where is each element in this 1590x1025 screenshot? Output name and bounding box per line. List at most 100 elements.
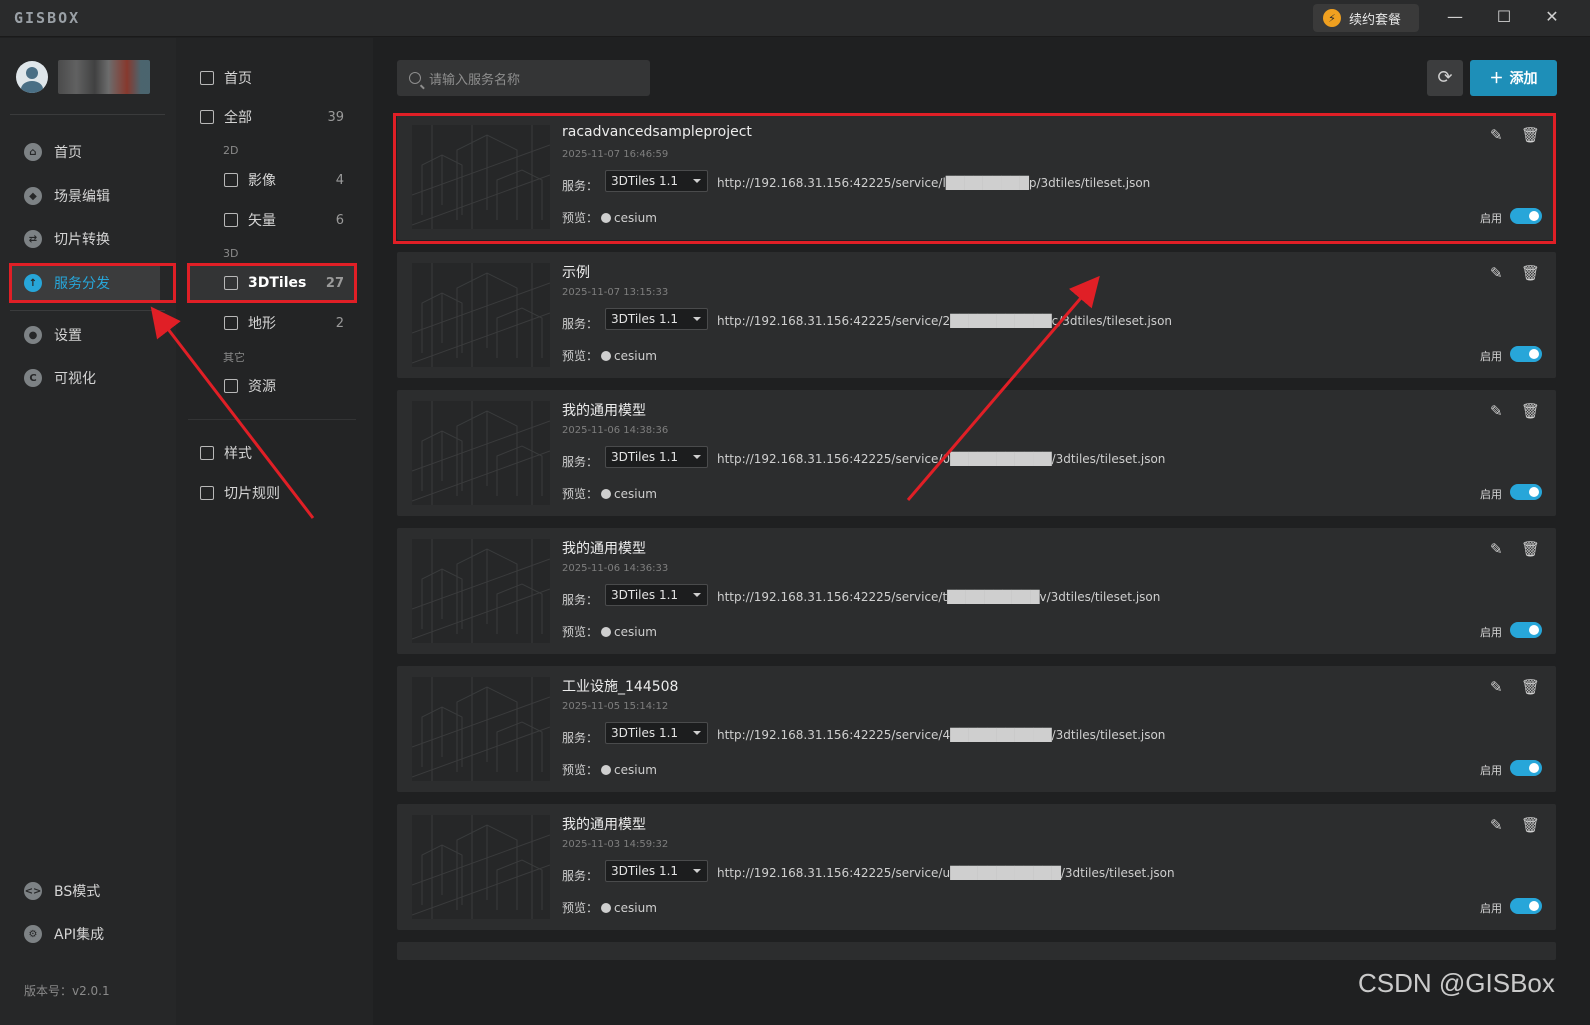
model-thumbnail[interactable] bbox=[412, 401, 550, 505]
service-title: 示例 bbox=[562, 265, 590, 281]
sidebar-item-label: 场景编辑 bbox=[54, 189, 110, 205]
user-profile[interactable] bbox=[16, 60, 150, 94]
category-home[interactable]: 首页 bbox=[188, 61, 356, 95]
edit-icon[interactable]: ✎ bbox=[1490, 265, 1506, 281]
preview-link[interactable]: cesium bbox=[614, 901, 657, 915]
enable-toggle[interactable] bbox=[1510, 898, 1542, 914]
lightning-icon: ⚡ bbox=[1323, 9, 1341, 27]
search-input[interactable]: 请输入服务名称 bbox=[397, 60, 650, 96]
enable-toggle[interactable] bbox=[1510, 760, 1542, 776]
cesium-icon bbox=[601, 212, 612, 223]
preview-link[interactable]: cesium bbox=[614, 625, 657, 639]
enable-toggle[interactable] bbox=[1510, 622, 1542, 638]
service-format-select[interactable]: 3DTiles 1.1 bbox=[605, 584, 708, 606]
model-thumbnail-art bbox=[412, 125, 550, 229]
minimize-button[interactable]: — bbox=[1443, 6, 1467, 28]
service-format-value: 3DTiles 1.1 bbox=[611, 588, 679, 602]
renew-plan-button[interactable]: ⚡ 续约套餐 bbox=[1313, 4, 1419, 32]
enable-toggle[interactable] bbox=[1510, 484, 1542, 500]
sidebar-item-api[interactable]: ⚙ API集成 bbox=[10, 916, 160, 952]
refresh-button[interactable]: ⟳ bbox=[1427, 60, 1463, 96]
preview-link[interactable]: cesium bbox=[614, 349, 657, 363]
category-slice-rules[interactable]: 切片规则 bbox=[188, 476, 356, 510]
service-card[interactable]: 我的通用模型 2025-11-06 14:38:36 服务： 3DTiles 1… bbox=[397, 390, 1556, 516]
category-label: 首页 bbox=[224, 71, 252, 87]
maximize-button[interactable]: ☐ bbox=[1492, 6, 1516, 28]
delete-icon[interactable]: 🗑 bbox=[1521, 127, 1540, 143]
service-format-select[interactable]: 3DTiles 1.1 bbox=[605, 860, 708, 882]
model-thumbnail[interactable] bbox=[412, 263, 550, 367]
preview-link[interactable]: cesium bbox=[614, 487, 657, 501]
delete-icon[interactable]: 🗑 bbox=[1521, 541, 1540, 557]
renew-plan-label: 续约套餐 bbox=[1349, 12, 1402, 28]
enable-label: 启用 bbox=[1480, 488, 1502, 501]
service-label: 服务： bbox=[562, 593, 599, 607]
service-card[interactable]: 我的通用模型 2025-11-03 14:59:32 服务： 3DTiles 1… bbox=[397, 804, 1556, 930]
preview-link[interactable]: cesium bbox=[614, 763, 657, 777]
sidebar-item-visualization[interactable]: C 可视化 bbox=[10, 360, 160, 396]
sidebar-item-bs-mode[interactable]: <> BS模式 bbox=[10, 873, 160, 909]
grid-icon bbox=[200, 110, 214, 124]
sidebar-item-scene-edit[interactable]: ◆ 场景编辑 bbox=[10, 178, 160, 214]
enable-toggle[interactable] bbox=[1510, 208, 1542, 224]
category-style[interactable]: 样式 bbox=[188, 436, 356, 470]
delete-icon[interactable]: 🗑 bbox=[1521, 679, 1540, 695]
enable-label: 启用 bbox=[1480, 626, 1502, 639]
category-resource[interactable]: 资源 bbox=[188, 369, 356, 403]
edit-icon[interactable]: ✎ bbox=[1490, 127, 1506, 143]
edit-icon[interactable]: ✎ bbox=[1490, 541, 1506, 557]
sidebar-item-settings[interactable]: ● 设置 bbox=[10, 317, 160, 353]
edit-icon[interactable]: ✎ bbox=[1490, 403, 1506, 419]
service-url[interactable]: http://192.168.31.156:42225/service/t███… bbox=[717, 590, 1160, 604]
category-3dtiles[interactable]: 3DTiles 27 bbox=[188, 266, 356, 300]
model-thumbnail-art bbox=[412, 815, 550, 919]
preview-row: 预览： cesium bbox=[562, 347, 657, 364]
model-thumbnail[interactable] bbox=[412, 815, 550, 919]
sidebar-item-tile-convert[interactable]: ⇄ 切片转换 bbox=[10, 221, 160, 257]
add-service-button[interactable]: ＋ 添加 bbox=[1470, 60, 1557, 96]
avatar[interactable] bbox=[16, 61, 48, 93]
category-terrain[interactable]: 地形 2 bbox=[188, 306, 356, 340]
service-url[interactable]: http://192.168.31.156:42225/service/4███… bbox=[717, 728, 1165, 742]
delete-icon[interactable]: 🗑 bbox=[1521, 817, 1540, 833]
service-url[interactable]: http://192.168.31.156:42225/service/l███… bbox=[717, 176, 1150, 190]
service-format-select[interactable]: 3DTiles 1.1 bbox=[605, 722, 708, 744]
service-title: 我的通用模型 bbox=[562, 541, 646, 557]
service-url[interactable]: http://192.168.31.156:42225/service/u███… bbox=[717, 866, 1175, 880]
group-label-3d: 3D bbox=[223, 247, 239, 260]
category-count: 6 bbox=[335, 212, 344, 228]
service-format-select[interactable]: 3DTiles 1.1 bbox=[605, 170, 708, 192]
service-card[interactable]: 工业设施_144508 2025-11-05 15:14:12 服务： 3DTi… bbox=[397, 666, 1556, 792]
edit-icon[interactable]: ✎ bbox=[1490, 817, 1506, 833]
sidebar-item-service-publish[interactable]: ↑ 服务分发 bbox=[10, 265, 160, 301]
preview-label: 预览： bbox=[562, 349, 599, 363]
service-title: racadvancedsampleproject bbox=[562, 124, 752, 140]
sidebar-item-label: 可视化 bbox=[54, 371, 96, 387]
delete-icon[interactable]: 🗑 bbox=[1521, 403, 1540, 419]
service-url[interactable]: http://192.168.31.156:42225/service/2███… bbox=[717, 314, 1172, 328]
enable-toggle[interactable] bbox=[1510, 346, 1542, 362]
service-format-select[interactable]: 3DTiles 1.1 bbox=[605, 446, 708, 468]
category-vector[interactable]: 矢量 6 bbox=[188, 203, 356, 237]
service-url[interactable]: http://192.168.31.156:42225/service/0███… bbox=[717, 452, 1165, 466]
service-card[interactable]: 示例 2025-11-07 13:15:33 服务： 3DTiles 1.1 h… bbox=[397, 252, 1556, 378]
service-format-select[interactable]: 3DTiles 1.1 bbox=[605, 308, 708, 330]
model-thumbnail[interactable] bbox=[412, 125, 550, 229]
category-imagery[interactable]: 影像 4 bbox=[188, 163, 356, 197]
sidebar-item-home[interactable]: ⌂ 首页 bbox=[10, 134, 160, 170]
service-card[interactable]: racadvancedsampleproject 2025-11-07 16:4… bbox=[397, 114, 1556, 240]
cesium-icon bbox=[601, 764, 612, 775]
delete-icon[interactable]: 🗑 bbox=[1521, 265, 1540, 281]
service-card[interactable]: 我的通用模型 2025-11-06 14:36:33 服务： 3DTiles 1… bbox=[397, 528, 1556, 654]
close-button[interactable]: ✕ bbox=[1540, 6, 1564, 28]
sidebar-item-label: API集成 bbox=[54, 927, 105, 943]
enable-label: 启用 bbox=[1480, 212, 1502, 225]
enable-label: 启用 bbox=[1480, 764, 1502, 777]
category-all[interactable]: 全部 39 bbox=[188, 100, 356, 134]
service-card-partial[interactable] bbox=[397, 942, 1556, 960]
preview-link[interactable]: cesium bbox=[614, 211, 657, 225]
edit-icon[interactable]: ✎ bbox=[1490, 679, 1506, 695]
chevron-down-icon bbox=[693, 731, 701, 735]
model-thumbnail[interactable] bbox=[412, 539, 550, 643]
model-thumbnail[interactable] bbox=[412, 677, 550, 781]
